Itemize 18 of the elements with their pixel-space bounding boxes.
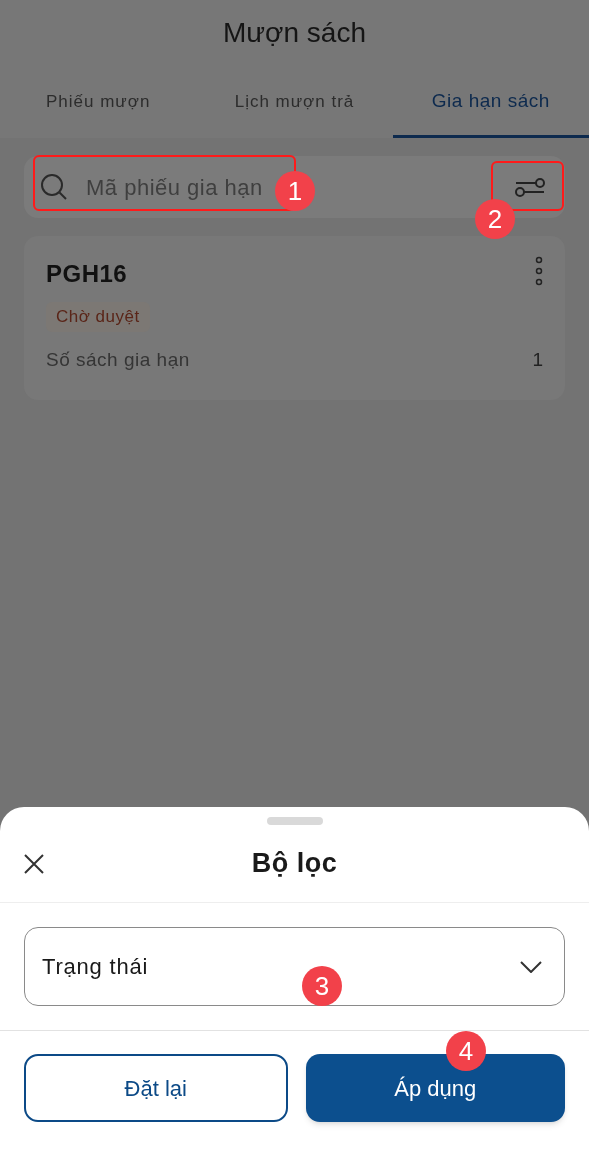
request-card[interactable]: PGH16 Chờ duyệt Số sách gia hạn 1 xyxy=(24,236,565,400)
status-badge: Chờ duyệt xyxy=(46,302,150,332)
search-icon xyxy=(40,173,68,201)
more-icon[interactable] xyxy=(535,256,543,286)
tab[interactable]: Phiếu mượn xyxy=(0,66,197,138)
drag-handle[interactable] xyxy=(266,817,323,825)
page-title: Mượn sách xyxy=(223,16,366,50)
request-code: PGH16 xyxy=(46,259,128,289)
search-placeholder: Mã phiếu gia hạn xyxy=(86,173,263,202)
count-label: Số sách gia hạn xyxy=(46,347,190,372)
reset-button[interactable]: Đặt lại xyxy=(24,1054,288,1122)
close-icon[interactable] xyxy=(24,853,44,874)
count-value: 1 xyxy=(532,347,543,372)
tab[interactable]: Gia hạn sách xyxy=(392,66,589,138)
sheet-title: Bộ lọc xyxy=(251,847,338,881)
chevron-down-icon xyxy=(520,960,542,973)
tab[interactable]: Lịch mượn trả xyxy=(196,66,393,138)
filter-icon[interactable] xyxy=(515,175,545,199)
